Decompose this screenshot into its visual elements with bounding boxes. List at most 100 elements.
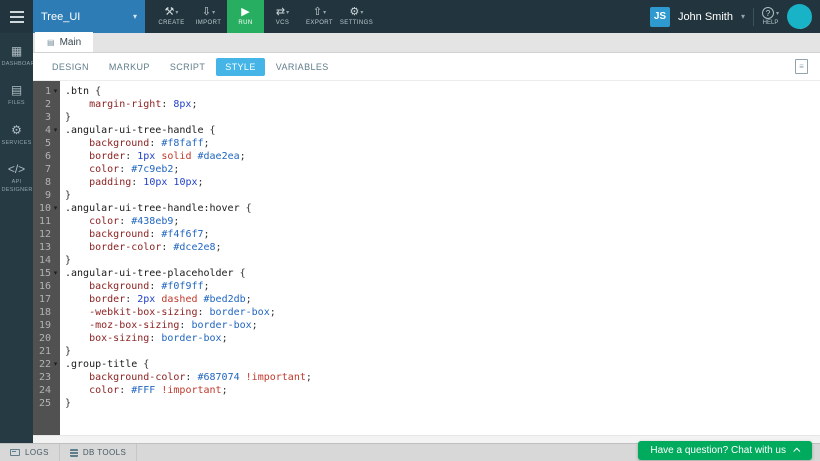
chevron-down-icon: ▾ xyxy=(286,9,289,16)
code-line: .angular-ui-tree-handle:hover { xyxy=(65,202,820,215)
sidebar-item-api-designer[interactable]: </>API DESIGNER xyxy=(0,163,33,195)
code-line: border-color: #dce2e8; xyxy=(65,241,820,254)
run-icon: ▶ xyxy=(241,7,249,18)
status-item-label: LOGS xyxy=(25,448,49,457)
gutter-line: 1▾ xyxy=(33,85,60,98)
code-line: } xyxy=(65,189,820,202)
code-line: background-color: #687074 !important; xyxy=(65,371,820,384)
code-line: } xyxy=(65,397,820,410)
sidebar-item-files[interactable]: ▤FILES xyxy=(0,84,33,107)
code-line: border: 1px solid #dae2ea; xyxy=(65,150,820,163)
code-line: color: #438eb9; xyxy=(65,215,820,228)
toolbar-item-create[interactable]: ⚒▾CREATE xyxy=(153,0,190,33)
line-number: 21 xyxy=(39,345,51,358)
gutter-line: 17 xyxy=(33,293,60,306)
chevron-down-icon: ▾ xyxy=(360,9,363,16)
toolbar-item-label: EXPORT xyxy=(306,20,333,26)
gutter-line: 5 xyxy=(33,137,60,150)
help-button[interactable]: ? ▾ HELP xyxy=(762,7,779,26)
gutter-line: 14 xyxy=(33,254,60,267)
fold-toggle-icon[interactable]: ▾ xyxy=(51,124,60,137)
code-line: padding: 10px 10px; xyxy=(65,176,820,189)
code-line: .group-title { xyxy=(65,358,820,371)
gutter-line: 11 xyxy=(33,215,60,228)
line-number: 2 xyxy=(45,98,51,111)
editor-gutter: 1▾234▾5678910▾1112131415▾16171819202122▾… xyxy=(33,81,60,435)
create-icon: ⚒ xyxy=(165,7,175,18)
subtabs: DESIGNMARKUPSCRIPTSTYLEVARIABLES xyxy=(43,58,338,76)
api-designer-icon: </> xyxy=(8,163,25,175)
format-code-icon[interactable]: ≡ xyxy=(795,59,808,74)
gutter-line: 4▾ xyxy=(33,124,60,137)
gutter-line: 2 xyxy=(33,98,60,111)
code-line: } xyxy=(65,111,820,124)
subtab-script[interactable]: SCRIPT xyxy=(161,58,214,76)
gutter-line: 12 xyxy=(33,228,60,241)
user-name: John Smith xyxy=(678,11,733,23)
fold-toggle-icon[interactable]: ▾ xyxy=(51,85,60,98)
code-line: box-sizing: border-box; xyxy=(65,332,820,345)
subtab-style[interactable]: STYLE xyxy=(216,58,265,76)
line-number: 19 xyxy=(39,319,51,332)
toolbar-item-label: VCS xyxy=(276,20,290,26)
gutter-line: 18 xyxy=(33,306,60,319)
line-number: 9 xyxy=(45,189,51,202)
line-number: 10 xyxy=(39,202,51,215)
fold-toggle-icon[interactable]: ▾ xyxy=(51,267,60,280)
logs-icon xyxy=(10,449,20,456)
avatar[interactable]: JS xyxy=(650,7,670,27)
line-number: 18 xyxy=(39,306,51,319)
fold-toggle-icon[interactable]: ▾ xyxy=(51,358,60,371)
vcs-icon: ⇄ xyxy=(276,7,285,18)
gutter-line: 20 xyxy=(33,332,60,345)
line-number: 22 xyxy=(39,358,51,371)
help-label: HELP xyxy=(763,20,779,26)
toolbar-item-vcs[interactable]: ⇄▾ VCS xyxy=(264,0,301,33)
code-line: .angular-ui-tree-placeholder { xyxy=(65,267,820,280)
gutter-line: 3 xyxy=(33,111,60,124)
chat-widget[interactable]: Have a question? Chat with us xyxy=(638,441,812,460)
toolbar-item-import[interactable]: ⇩▾ IMPORT xyxy=(190,0,227,33)
code-area[interactable]: .btn { margin-right: 8px;}.angular-ui-tr… xyxy=(60,81,820,435)
subtab-variables[interactable]: VARIABLES xyxy=(267,58,338,76)
sidebar-item-label: DASHBOARD xyxy=(2,60,32,68)
toolbar-item-label: IMPORT xyxy=(196,20,222,26)
import-icon: ⇩ xyxy=(202,7,211,18)
editor-mode-bar: DESIGNMARKUPSCRIPTSTYLEVARIABLES ≡ xyxy=(33,53,820,81)
user-menu-chevron-icon[interactable]: ▾ xyxy=(741,12,745,21)
sidebar-item-dashboard[interactable]: ▦DASHBOARD xyxy=(0,45,33,68)
line-number: 24 xyxy=(39,384,51,397)
top-header: Tree_UI ▾ ⚒▾CREATE⇩▾IMPORT▶RUN⇄▾VCS⇧▾EXP… xyxy=(0,0,820,33)
line-number: 14 xyxy=(39,254,51,267)
db-tools-icon xyxy=(70,449,78,457)
page-icon: ▤ xyxy=(47,38,55,47)
gutter-line: 22▾ xyxy=(33,358,60,371)
toolbar-item-run[interactable]: ▶RUN xyxy=(227,0,264,33)
line-number: 17 xyxy=(39,293,51,306)
fold-toggle-icon[interactable]: ▾ xyxy=(51,202,60,215)
chevron-down-icon: ▾ xyxy=(133,12,137,21)
line-number: 11 xyxy=(39,215,51,228)
status-item-logs[interactable]: LOGS xyxy=(0,444,60,461)
gutter-line: 25 xyxy=(33,397,60,410)
project-select[interactable]: Tree_UI ▾ xyxy=(33,0,145,33)
tab-main[interactable]: ▤ Main xyxy=(35,32,93,52)
toolbar-item-label: CREATE xyxy=(158,20,184,26)
sidebar-item-services[interactable]: ⚙SERVICES xyxy=(0,124,33,147)
gutter-line: 23 xyxy=(33,371,60,384)
gutter-line: 10▾ xyxy=(33,202,60,215)
subtab-design[interactable]: DESIGN xyxy=(43,58,98,76)
toolbar-item-export[interactable]: ⇧▾EXPORT xyxy=(301,0,338,33)
code-line: border: 2px dashed #bed2db; xyxy=(65,293,820,306)
subtab-markup[interactable]: MARKUP xyxy=(100,58,159,76)
status-item-db-tools[interactable]: DB TOOLS xyxy=(60,444,137,461)
chevron-down-icon: ▾ xyxy=(212,9,215,16)
code-editor: 1▾234▾5678910▾1112131415▾16171819202122▾… xyxy=(33,81,820,435)
files-icon: ▤ xyxy=(11,84,22,96)
gutter-line: 7 xyxy=(33,163,60,176)
toolbar-item-settings[interactable]: ⚙▾SETTINGS xyxy=(338,0,375,33)
header-user-area: JS John Smith ▾ ? ▾ HELP xyxy=(650,0,820,33)
hamburger-menu-icon[interactable] xyxy=(0,0,33,33)
header-divider xyxy=(753,8,754,26)
gutter-line: 8 xyxy=(33,176,60,189)
